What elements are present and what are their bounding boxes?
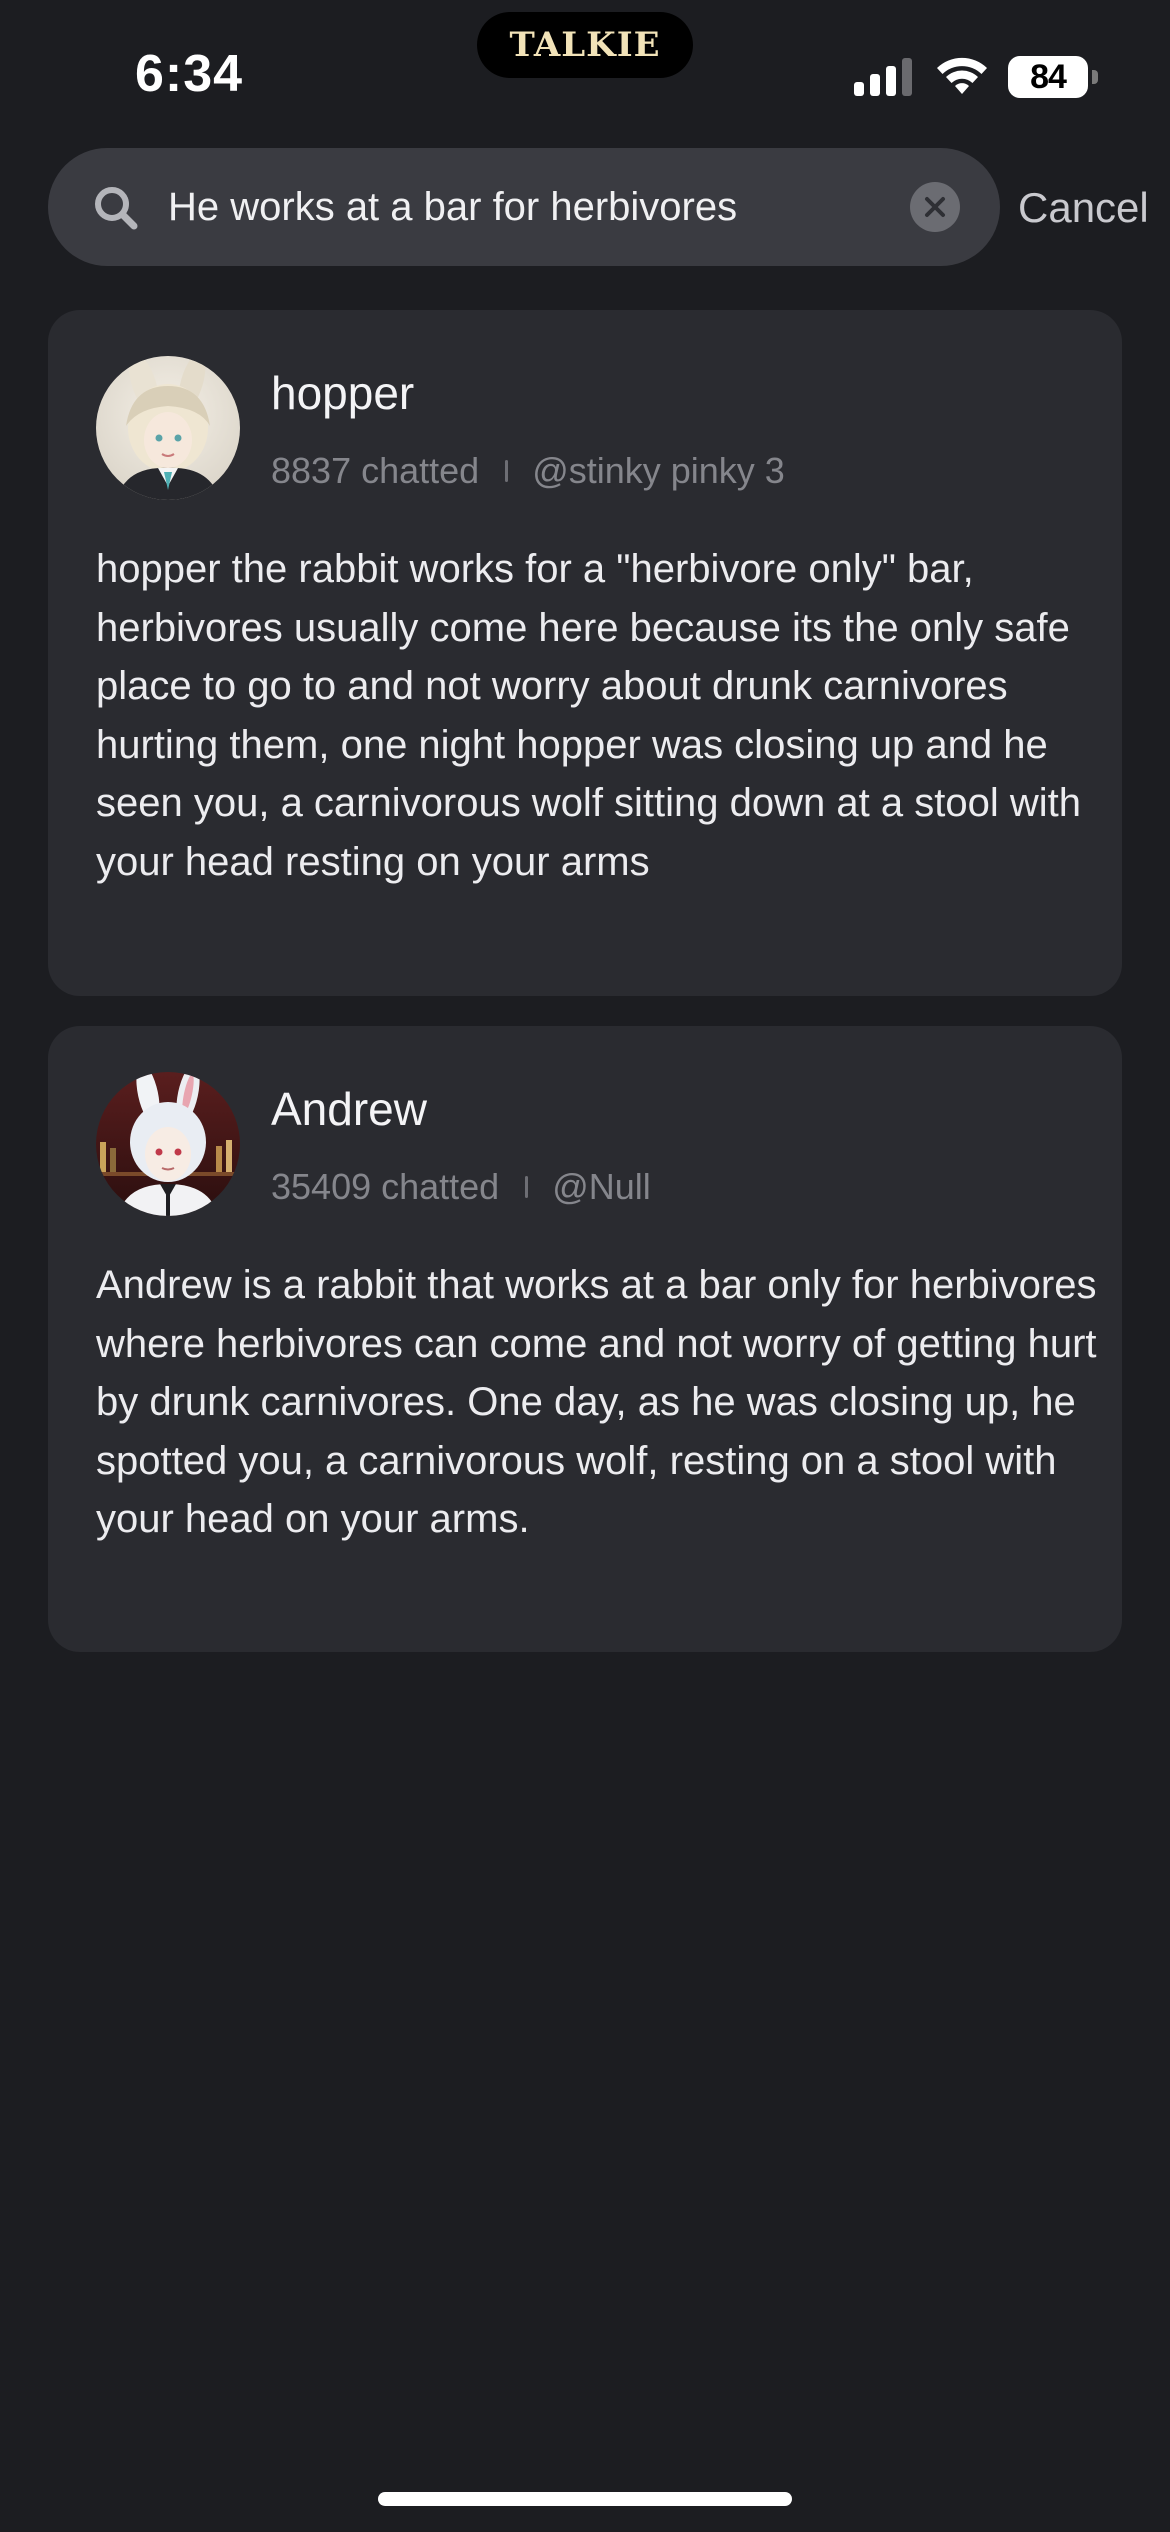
result-card[interactable]: hopper 8837 chatted @stinky pinky 3 hopp… [48, 310, 1122, 996]
search-icon [95, 187, 138, 230]
avatar[interactable] [96, 1072, 240, 1216]
character-name[interactable]: hopper [271, 366, 414, 420]
battery-body: 84 [1008, 56, 1088, 98]
character-portrait-image [96, 1072, 240, 1216]
chat-count: 35409 chatted [271, 1166, 500, 1207]
battery-icon: 84 [1008, 56, 1098, 98]
character-description: hopper the rabbit works for a "herbivore… [96, 547, 1081, 884]
character-meta: 8837 chatted @stinky pinky 3 [271, 446, 785, 496]
chat-count: 8837 chatted [271, 450, 480, 491]
meta-divider [525, 1176, 529, 1198]
battery-cap [1092, 70, 1098, 84]
creator-handle[interactable]: @stinky pinky 3 [532, 450, 785, 492]
wifi-icon [937, 57, 987, 94]
character-portrait-image [96, 356, 240, 500]
character-name[interactable]: Andrew [271, 1082, 427, 1136]
result-card[interactable]: Andrew 35409 chatted @Null Andrew is a r… [48, 1026, 1122, 1652]
clear-search-icon[interactable] [910, 182, 960, 232]
app-logo: TALKIE [509, 25, 661, 65]
character-description: Andrew is a rabbit that works at a bar o… [96, 1263, 1097, 1541]
dynamic-island: TALKIE [477, 12, 693, 78]
cancel-button[interactable]: Cancel [1018, 170, 1149, 246]
search-bar[interactable] [48, 148, 1000, 266]
battery-level: 84 [1030, 57, 1067, 96]
search-input[interactable] [168, 148, 938, 266]
creator-handle[interactable]: @Null [552, 1166, 651, 1208]
character-meta: 35409 chatted @Null [271, 1162, 651, 1212]
meta-divider [505, 460, 509, 482]
avatar[interactable] [96, 356, 240, 500]
status-bar: 6:34 TALKIE 84 [0, 0, 1170, 140]
home-indicator[interactable] [378, 2492, 792, 2506]
close-icon [925, 197, 945, 217]
cellular-signal-icon [854, 58, 914, 96]
status-time: 6:34 [135, 45, 244, 103]
